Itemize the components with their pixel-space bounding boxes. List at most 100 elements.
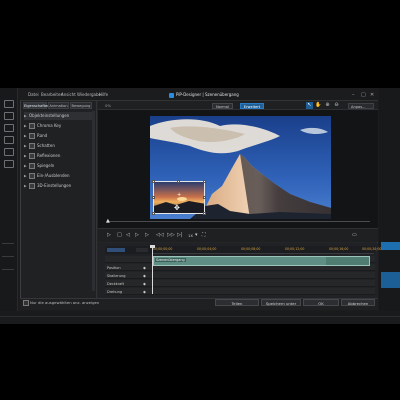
checkbox[interactable] xyxy=(29,132,35,139)
menu-bar: Datei Bearbeiten Ansicht Wiedergabe Hilf… xyxy=(20,91,378,101)
center-cross-icon: + xyxy=(177,192,182,198)
tool-icon[interactable] xyxy=(4,124,14,132)
hand-icon[interactable]: ✋ xyxy=(315,102,322,109)
tool-icon[interactable] xyxy=(4,112,14,120)
rewind-icon[interactable]: ◁◁ xyxy=(156,232,164,238)
window-title: PiP-Designer | Szenenübergang xyxy=(176,92,239,97)
resize-handle[interactable] xyxy=(203,196,206,199)
zoom-percent: 0% xyxy=(105,103,112,108)
jump-end-icon[interactable]: ▷| xyxy=(177,232,183,238)
property-label: Chroma Key xyxy=(37,123,62,128)
playhead[interactable] xyxy=(152,246,153,294)
prev-frame-icon[interactable]: ◁ xyxy=(126,232,130,238)
menu-playback[interactable]: Wiedergabe xyxy=(77,92,101,97)
properties-panel: Eigenschaften Animation Bewegung ▶ Objekt… xyxy=(21,101,97,298)
scrubber-handle-icon[interactable]: ▲ xyxy=(106,219,110,224)
zoom-in-icon[interactable]: ⊕ xyxy=(324,102,331,109)
tool-icon[interactable] xyxy=(4,148,14,156)
property-border[interactable]: ▶ Rand xyxy=(24,132,94,140)
timecode: 00;00;04;00 xyxy=(197,247,217,251)
property-label: Rand xyxy=(37,133,48,138)
resize-handle[interactable] xyxy=(203,212,206,215)
timeline-nav-button[interactable] xyxy=(136,248,148,252)
row-label-rotation: Drehung xyxy=(107,290,123,294)
menu-edit[interactable]: Bearbeiten xyxy=(41,92,63,97)
forward-icon[interactable]: ▷▷ xyxy=(167,232,175,238)
background-timeline xyxy=(0,311,400,324)
checkbox[interactable] xyxy=(29,182,35,189)
timecode: 00;00;08;00 xyxy=(241,247,261,251)
tool-icon[interactable] xyxy=(4,136,14,144)
resize-handle[interactable] xyxy=(152,196,155,199)
property-object-settings[interactable]: ▶ Objekteinstellungen xyxy=(24,112,94,120)
properties-tabs: Eigenschaften Animation Bewegung xyxy=(21,101,97,110)
advanced-mode-button[interactable]: Erweitert xyxy=(240,103,264,109)
zoom-select[interactable]: Anpas... xyxy=(348,103,374,109)
tool-icon[interactable] xyxy=(4,160,14,168)
zoom-out-icon[interactable]: ⊖ xyxy=(333,102,340,109)
close-icon[interactable]: ✕ xyxy=(370,92,374,98)
properties-scrollbar[interactable] xyxy=(92,111,95,291)
keyframe-icon[interactable]: ◆ xyxy=(143,265,146,270)
normal-mode-button[interactable]: Normal xyxy=(212,103,233,109)
property-fade[interactable]: ▶ Ein-/Ausblenden xyxy=(24,172,94,180)
tab-properties[interactable]: Eigenschaften xyxy=(23,102,49,109)
resize-handle[interactable] xyxy=(152,212,155,215)
pointer-icon[interactable]: ↖ xyxy=(306,102,313,109)
row-label-opacity: Deckkraft xyxy=(107,282,124,286)
property-shadow[interactable]: ▶ Schatten xyxy=(24,142,94,150)
timecode: 00;00;12;00 xyxy=(285,247,305,251)
property-3d-settings[interactable]: ▶ 3D-Einstellungen xyxy=(24,182,94,190)
maximize-icon[interactable]: □ xyxy=(361,92,366,98)
app-logo-icon xyxy=(169,93,174,98)
minimize-icon[interactable]: – xyxy=(352,92,355,98)
timecode: 00;00;00;00 xyxy=(153,247,173,251)
checkbox[interactable] xyxy=(29,142,35,149)
clip-label: Szenenübergang xyxy=(155,258,186,262)
ok-button[interactable]: OK xyxy=(303,299,339,306)
timeline-clip-tail xyxy=(326,257,369,265)
keyframe-icon[interactable]: ◆ xyxy=(143,289,146,294)
background-left-toolbar xyxy=(0,88,18,324)
fullscreen-icon[interactable]: ⛶ xyxy=(202,232,206,238)
row-label-position: Position xyxy=(107,266,121,270)
menu-file[interactable]: Datei xyxy=(28,92,39,97)
resize-handle[interactable] xyxy=(152,180,155,183)
save-as-button[interactable]: Speichern unter xyxy=(261,299,301,306)
preview-monitor-icon[interactable]: ▭ xyxy=(352,232,357,238)
background-track-clip xyxy=(381,272,400,288)
tab-animation[interactable]: Animation xyxy=(48,102,69,109)
play-icon[interactable]: ▷ xyxy=(107,232,111,238)
background-right-panel xyxy=(379,88,400,324)
property-label: Ein-/Ausblenden xyxy=(37,173,70,178)
menu-view[interactable]: Ansicht xyxy=(61,92,76,97)
speed-dropdown-icon[interactable]: ▾ xyxy=(195,232,198,238)
checkbox[interactable] xyxy=(29,172,35,179)
show-selected-checkbox[interactable] xyxy=(23,300,29,306)
property-label: Objekteinstellungen xyxy=(29,113,70,118)
property-label: Spiegeln xyxy=(37,163,55,168)
checkbox[interactable] xyxy=(29,152,35,159)
background-track-clip xyxy=(381,242,400,250)
menu-help[interactable]: Hilfe xyxy=(99,92,108,97)
cancel-button[interactable]: Abbrechen xyxy=(341,299,375,306)
playback-speed[interactable]: 1X xyxy=(188,233,193,238)
timeline-nav-button[interactable] xyxy=(107,248,125,252)
property-reflection[interactable]: ▶ Reflexionen xyxy=(24,152,94,160)
keyframe-icon[interactable]: ◆ xyxy=(143,273,146,278)
resize-handle[interactable] xyxy=(177,180,180,183)
tab-motion[interactable]: Bewegung xyxy=(70,102,92,109)
property-label: Schatten xyxy=(37,143,55,148)
stop-icon[interactable]: □ xyxy=(117,232,122,238)
property-chroma-key[interactable]: ▶ Chroma Key xyxy=(24,122,94,130)
next-frame-icon[interactable]: ▷ xyxy=(135,232,139,238)
tool-icon[interactable] xyxy=(4,100,14,108)
checkbox[interactable] xyxy=(29,122,35,129)
keyframe-icon[interactable]: ◆ xyxy=(143,281,146,286)
resize-handle[interactable] xyxy=(203,180,206,183)
share-button[interactable]: Teilen xyxy=(215,299,259,306)
property-flip[interactable]: ▶ Spiegeln xyxy=(24,162,94,170)
preview-scrubber[interactable] xyxy=(107,221,370,222)
fast-forward-icon[interactable]: ▷ xyxy=(145,232,149,238)
checkbox[interactable] xyxy=(29,162,35,169)
